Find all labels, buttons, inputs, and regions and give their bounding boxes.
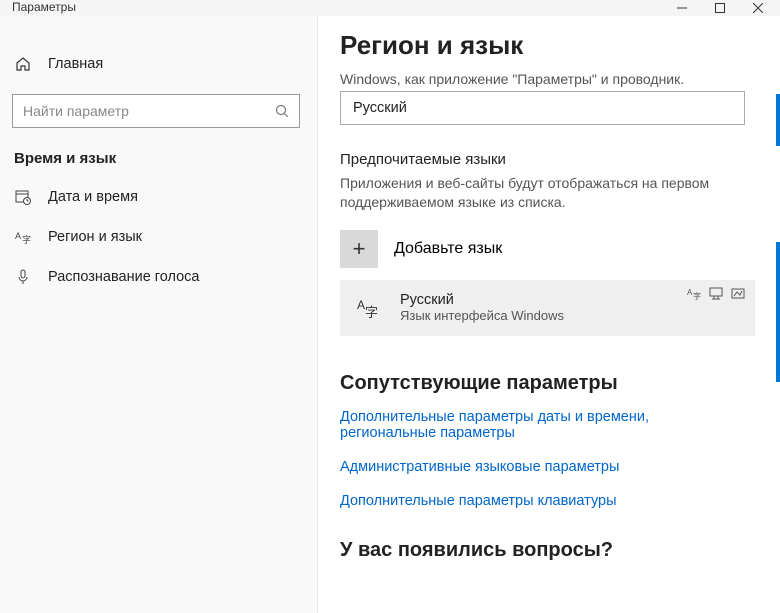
svg-text:字: 字	[365, 305, 378, 320]
add-language-button[interactable]: + Добавьте язык	[340, 230, 754, 268]
related-settings-header: Сопутствующие параметры	[340, 372, 754, 395]
link-additional-keyboard[interactable]: Дополнительные параметры клавиатуры	[340, 493, 740, 509]
svg-text:A: A	[357, 298, 365, 312]
search-icon	[275, 104, 289, 118]
sidebar-home-label: Главная	[48, 56, 103, 72]
sidebar-item-speech[interactable]: Распознавание голоса	[0, 257, 317, 297]
preferred-languages-desc: Приложения и веб-сайты будут отображатьс…	[340, 174, 740, 212]
sidebar-item-label: Дата и время	[48, 189, 138, 205]
sidebar-home[interactable]: Главная	[0, 44, 317, 84]
close-button[interactable]	[750, 0, 766, 16]
window-controls	[674, 0, 772, 16]
home-icon	[14, 55, 32, 73]
search-box[interactable]	[12, 94, 300, 128]
display-icon	[709, 286, 723, 300]
faq-header: У вас появились вопросы?	[340, 539, 754, 562]
scroll-indicator[interactable]	[776, 242, 780, 382]
sidebar-group-header: Время и язык	[0, 128, 317, 177]
page-title: Регион и язык	[340, 30, 754, 61]
sidebar: Главная Время и язык Дата и время A字 Рег…	[0, 16, 318, 613]
link-admin-language[interactable]: Административные языковые параметры	[340, 459, 740, 475]
language-icon: A字	[14, 228, 32, 246]
link-additional-date-time[interactable]: Дополнительные параметры даты и времени,…	[340, 409, 740, 441]
sidebar-item-label: Распознавание голоса	[48, 269, 200, 285]
sidebar-item-region-language[interactable]: A字 Регион и язык	[0, 217, 317, 257]
minimize-button[interactable]	[674, 0, 690, 16]
language-card-name: Русский	[400, 292, 564, 308]
sidebar-item-date-time[interactable]: Дата и время	[0, 177, 317, 217]
svg-text:A: A	[15, 231, 21, 241]
language-glyph-icon: A字	[354, 294, 382, 322]
svg-text:字: 字	[693, 291, 701, 300]
window-title-text: Параметры	[12, 0, 76, 14]
handwriting-icon	[731, 286, 745, 300]
svg-text:字: 字	[22, 234, 31, 245]
add-language-label: Добавьте язык	[394, 240, 502, 258]
display-language-dropdown[interactable]: Русский	[340, 91, 745, 125]
sidebar-item-label: Регион и язык	[48, 229, 142, 245]
text-to-speech-icon: A字	[687, 286, 701, 300]
truncated-description: Windows, как приложение "Параметры" и пр…	[340, 71, 754, 87]
window-title: Параметры	[8, 0, 76, 14]
microphone-icon	[14, 268, 32, 286]
calendar-clock-icon	[14, 188, 32, 206]
main-panel: Регион и язык Windows, как приложение "П…	[318, 16, 780, 613]
language-card-sub: Язык интерфейса Windows	[400, 308, 564, 323]
display-language-value: Русский	[353, 100, 407, 116]
titlebar: Параметры	[0, 0, 780, 16]
preferred-languages-header: Предпочитаемые языки	[340, 151, 754, 168]
plus-icon: +	[340, 230, 378, 268]
language-card[interactable]: A字 Русский Язык интерфейса Windows A字	[340, 280, 755, 336]
language-feature-badges: A字	[687, 286, 745, 300]
search-input[interactable]	[23, 103, 263, 119]
scroll-indicator[interactable]	[776, 94, 780, 146]
maximize-button[interactable]	[712, 0, 728, 16]
